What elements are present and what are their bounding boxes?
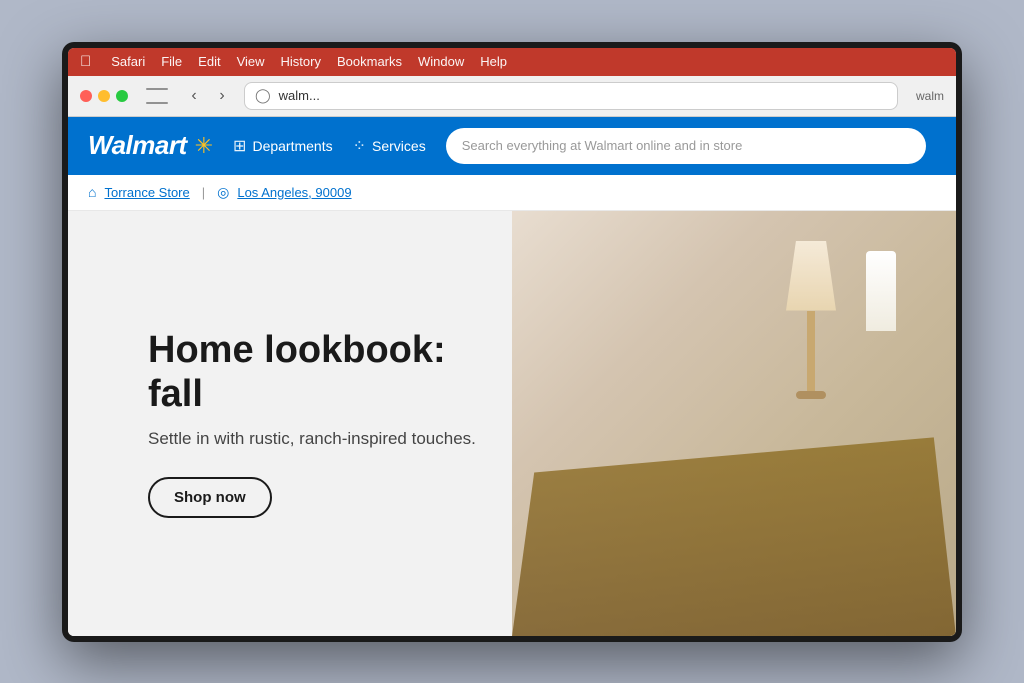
hero-content: Home lookbook: fall Settle in with rusti… (68, 211, 556, 636)
walmart-spark-icon: ✳ (195, 133, 213, 159)
reader-icon: ◯ (255, 87, 271, 104)
address-text: walm... (279, 88, 887, 103)
traffic-lights (80, 90, 128, 102)
back-button[interactable]: ‹ (182, 84, 206, 108)
walmart-navbar: Walmart ✳ ⊞ Departments ⁘ Services Searc… (68, 117, 956, 175)
search-placeholder: Search everything at Walmart online and … (462, 138, 743, 153)
monitor-frame:  Safari File Edit View History Bookmark… (62, 42, 962, 642)
lamp-shade (786, 241, 836, 311)
menubar-help[interactable]: Help (480, 54, 507, 69)
hero-title: Home lookbook: fall (148, 329, 476, 416)
services-icon: ⁘ (353, 136, 366, 156)
pin-icon: ◎ (217, 184, 229, 201)
fullscreen-button[interactable] (116, 90, 128, 102)
location-name-link[interactable]: Los Angeles, 90009 (237, 185, 351, 200)
browser-toolbar: ‹ › ◯ walm... walm (68, 76, 956, 116)
hero-area: Home lookbook: fall Settle in with rusti… (68, 211, 956, 636)
address-bar[interactable]: ◯ walm... (244, 82, 898, 110)
search-bar[interactable]: Search everything at Walmart online and … (446, 128, 926, 164)
lamp-base (796, 391, 826, 399)
shop-now-button[interactable]: Shop now (148, 477, 272, 518)
departments-nav-link[interactable]: ⊞ Departments (233, 136, 333, 156)
menubar-bookmarks[interactable]: Bookmarks (337, 54, 402, 69)
decor-vase (866, 251, 896, 331)
browser-screen:  Safari File Edit View History Bookmark… (68, 48, 956, 636)
sidebar-toggle-button[interactable] (146, 88, 168, 104)
services-label: Services (372, 138, 426, 154)
forward-button[interactable]: › (210, 84, 234, 108)
menubar-window[interactable]: Window (418, 54, 464, 69)
menubar-history[interactable]: History (281, 54, 321, 69)
minimize-button[interactable] (98, 90, 110, 102)
menubar-edit[interactable]: Edit (198, 54, 220, 69)
store-name-link[interactable]: Torrance Store (104, 185, 189, 200)
close-button[interactable] (80, 90, 92, 102)
departments-icon: ⊞ (233, 136, 246, 156)
departments-label: Departments (252, 138, 332, 154)
nav-buttons: ‹ › (182, 84, 234, 108)
furniture-decoration (512, 402, 956, 635)
hero-subtitle: Settle in with rustic, ranch-inspired to… (148, 429, 476, 449)
lamp-decoration (786, 241, 836, 399)
walmart-logo-text: Walmart (88, 130, 187, 161)
extensions-area: walm (916, 89, 944, 103)
store-icon: ⌂ (88, 184, 96, 200)
location-separator: | (202, 185, 205, 200)
hero-left-blur (68, 211, 139, 636)
menubar-safari[interactable]: Safari (111, 54, 145, 69)
menubar-view[interactable]: View (237, 54, 265, 69)
menubar-file[interactable]: File (161, 54, 182, 69)
walmart-logo[interactable]: Walmart ✳ (88, 130, 213, 161)
apple-logo-icon:  (80, 53, 91, 70)
browser-chrome: ‹ › ◯ walm... walm (68, 76, 956, 117)
location-bar: ⌂ Torrance Store | ◎ Los Angeles, 90009 (68, 175, 956, 211)
services-nav-link[interactable]: ⁘ Services (353, 136, 426, 156)
macos-menubar:  Safari File Edit View History Bookmark… (68, 48, 956, 76)
hero-image (512, 211, 956, 636)
lamp-body (807, 311, 815, 391)
